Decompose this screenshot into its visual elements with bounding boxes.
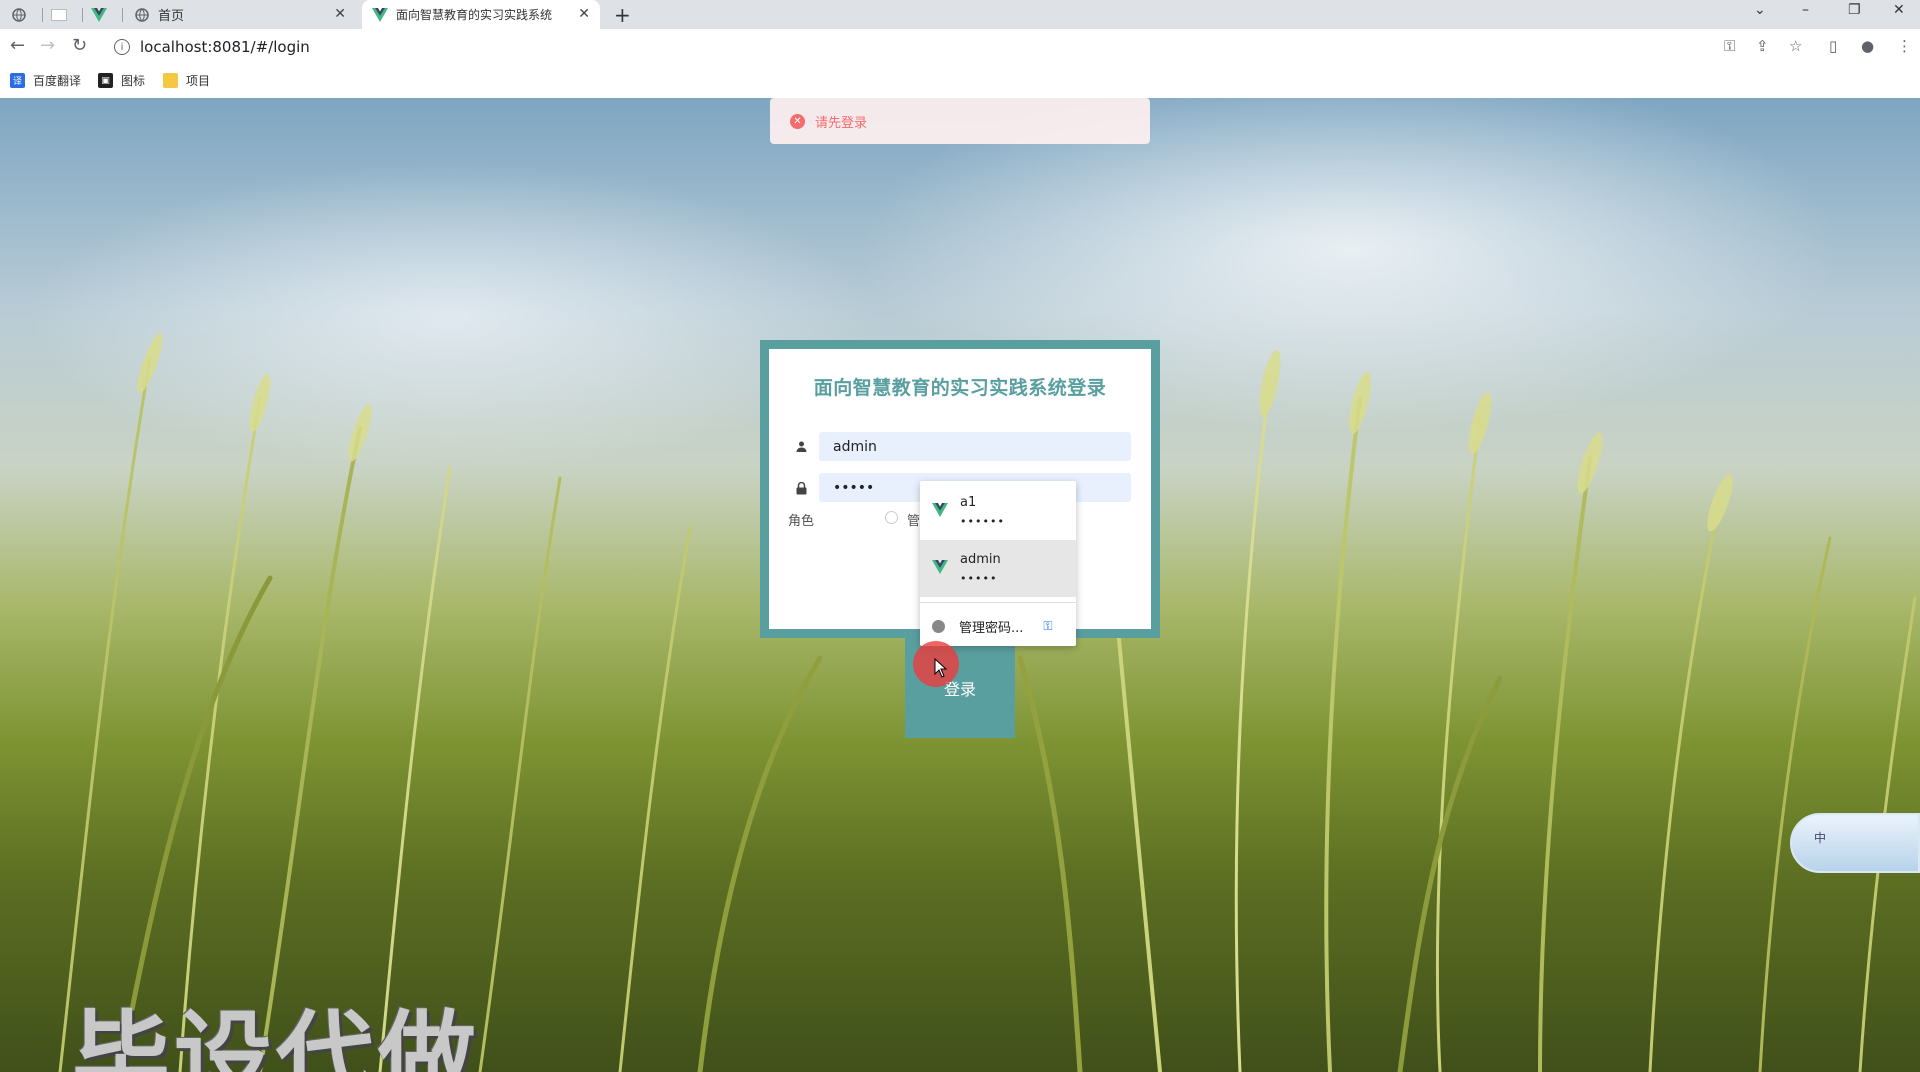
key-icon[interactable]: ⚿ bbox=[1724, 37, 1735, 55]
browser-toolbar: ← → ↻ i localhost:8081/#/login ⚿ ⇪ ☆ ▯ ●… bbox=[0, 29, 1920, 65]
tab-label: 首页 bbox=[158, 9, 185, 24]
username-input[interactable]: admin bbox=[819, 432, 1131, 461]
tab-strip: 首页 ✕ 面向智慧教育的实习实践系统 ✕ + ⌄ – ❐ ✕ bbox=[0, 0, 1920, 29]
tab-active[interactable]: 面向智慧教育的实习实践系统 ✕ bbox=[362, 0, 600, 29]
bookmark-baidu-translate[interactable]: 译 百度翻译 bbox=[10, 72, 81, 89]
key-icon: ⚿ bbox=[1043, 618, 1053, 633]
bookmarks-bar: 译 百度翻译 ▣ 图标 项目 bbox=[0, 65, 1920, 99]
image-icon: ▣ bbox=[98, 73, 113, 88]
watermark-text: 毕设代做 bbox=[72, 1001, 481, 1072]
lock-icon bbox=[796, 481, 807, 498]
forward-icon[interactable]: → bbox=[40, 35, 55, 56]
autofill-username: admin bbox=[960, 552, 1001, 567]
manage-passwords-item[interactable]: 管理密码... ⚿ bbox=[920, 611, 1076, 641]
side-panel-icon[interactable]: ▯ bbox=[1829, 37, 1837, 55]
restore-icon[interactable]: ❐ bbox=[1848, 2, 1861, 18]
role-label: 角色 bbox=[788, 514, 815, 529]
user-icon bbox=[796, 441, 807, 455]
close-icon[interactable]: ✕ bbox=[334, 6, 346, 22]
password-autofill-dropdown: a1 •••••• admin ••••• 管理密码... ⚿ bbox=[920, 481, 1076, 646]
folder-icon bbox=[163, 73, 178, 88]
vue-icon bbox=[932, 503, 948, 521]
alert-message: 请先登录 bbox=[815, 115, 868, 131]
bookmark-icons[interactable]: ▣ 图标 bbox=[98, 72, 145, 89]
reload-icon[interactable]: ↻ bbox=[72, 35, 87, 56]
url-text: localhost:8081/#/login bbox=[140, 38, 310, 56]
autofill-item-a1[interactable]: a1 •••••• bbox=[920, 483, 1076, 540]
tab-home[interactable]: 首页 ✕ bbox=[128, 0, 356, 29]
role-radio-admin[interactable] bbox=[885, 511, 898, 524]
autofill-password: •••••• bbox=[960, 515, 1005, 528]
window-close-icon[interactable]: ✕ bbox=[1893, 2, 1905, 18]
share-icon[interactable]: ⇪ bbox=[1756, 37, 1769, 55]
pinned-tab-blank[interactable] bbox=[50, 0, 76, 29]
ime-label: 中 bbox=[1814, 831, 1827, 845]
star-icon[interactable]: ☆ bbox=[1789, 37, 1802, 55]
autofill-divider bbox=[920, 602, 1076, 603]
menu-icon[interactable]: ⋮ bbox=[1897, 37, 1912, 55]
tab-search-icon[interactable]: ⌄ bbox=[1754, 2, 1766, 18]
minimize-icon[interactable]: – bbox=[1802, 2, 1809, 18]
vue-icon bbox=[372, 7, 388, 23]
autofill-username: a1 bbox=[960, 495, 977, 510]
vue-icon bbox=[932, 560, 948, 578]
login-title: 面向智慧教育的实习实践系统登录 bbox=[813, 377, 1107, 399]
pinned-tab-vue[interactable] bbox=[90, 0, 116, 29]
globe-icon bbox=[11, 7, 27, 23]
blank-page-icon bbox=[51, 7, 67, 23]
info-icon[interactable]: i bbox=[114, 39, 130, 55]
autofill-item-admin[interactable]: admin ••••• bbox=[920, 540, 1076, 597]
error-circle-icon: ✕ bbox=[790, 113, 805, 129]
google-icon bbox=[932, 619, 945, 633]
pinned-tab-globe[interactable] bbox=[10, 0, 36, 29]
new-tab-button[interactable]: + bbox=[614, 3, 631, 27]
manage-passwords-label: 管理密码... bbox=[959, 620, 1024, 636]
mouse-cursor-icon bbox=[934, 658, 948, 678]
globe-icon bbox=[134, 7, 150, 23]
autofill-password: ••••• bbox=[960, 572, 998, 585]
ime-widget[interactable]: 中 bbox=[1790, 813, 1920, 873]
error-alert: ✕ 请先登录 bbox=[770, 98, 1150, 144]
tab-label: 面向智慧教育的实习实践系统 bbox=[396, 8, 553, 22]
address-bar[interactable]: i localhost:8081/#/login bbox=[106, 33, 1666, 61]
close-icon[interactable]: ✕ bbox=[578, 6, 590, 22]
profile-icon[interactable]: ● bbox=[1861, 37, 1874, 55]
translate-icon: 译 bbox=[10, 73, 25, 88]
back-icon[interactable]: ← bbox=[10, 35, 25, 56]
vue-icon bbox=[91, 7, 107, 23]
bookmark-projects[interactable]: 项目 bbox=[163, 72, 210, 89]
